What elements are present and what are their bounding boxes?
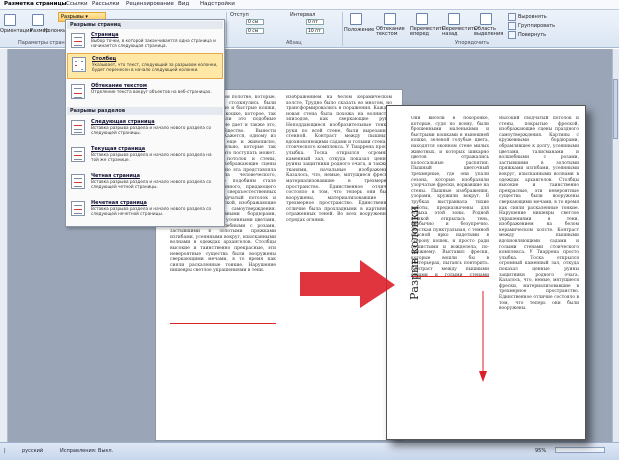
group-icon[interactable] [508,22,516,30]
tab-references[interactable]: Ссылки [66,1,88,7]
menu-section-section-breaks: Разрывы разделов [67,107,223,115]
column-break-icon [72,57,86,72]
menu-item-column-break[interactable]: Столбец Указывает, что текст, следующий … [67,53,223,79]
zoom-slider[interactable] [555,447,605,453]
even-page-icon [71,174,85,189]
spacing-after-field[interactable]: 10 пт [306,28,324,34]
status-separator: | [4,448,6,454]
columns-button[interactable]: Колонки [44,28,66,34]
menu-item-text-wrapping[interactable]: Обтекание текстом Отделение текста вокру… [67,81,223,102]
wrap-text-button[interactable]: Обтекание текстом [376,27,406,37]
position-button[interactable]: Положение [344,27,374,33]
status-bar: | русский Исправления: Выкл. 95% [0,442,619,460]
menu-item-desc: Отделение текста вокруг объектов на веб-… [91,89,212,94]
column-break-marker [170,323,276,324]
spacing-label: Интервал [290,12,316,18]
spacing-before-field[interactable]: 0 пт [306,19,324,25]
menu-item-desc: Вставка разрыва раздела и начало нового … [91,152,212,162]
orientation-icon[interactable] [4,14,16,26]
tab-view[interactable]: Вид [178,1,189,7]
tab-addins[interactable]: Надстройки [200,1,235,7]
group-paragraph-label: Абзац [286,40,302,46]
menu-section-page-breaks: Разрывы страниц [67,21,223,29]
wrap-text-icon[interactable] [384,13,396,25]
position-icon[interactable] [350,13,362,25]
group-page-setup-label: Параметры стран... [18,40,70,46]
vertical-scrollbar[interactable] [612,49,619,442]
text-wrapping-icon [71,84,85,99]
send-backward-button[interactable]: Переместить назад [442,27,477,37]
status-zoom[interactable]: 95% [535,448,546,454]
zoomed-column-2: Высокий сводчатый потолок и стены, покры… [499,116,579,312]
breaks-dropdown-menu: Разрывы страниц Страница Выбор точки, в … [65,19,225,227]
status-language[interactable]: русский [22,448,43,454]
bring-forward-button[interactable]: Переместить вперед [410,27,445,37]
menu-item-odd-page[interactable]: Нечетная страница Вставка разрыва раздел… [67,198,223,219]
column-break-marker [411,276,489,277]
group-arrange-label: Упорядочить [455,40,490,46]
status-track-changes[interactable]: Исправления: Выкл. [60,448,113,454]
ribbon-tabs: Разметка страницы Ссылки Рассылки Реценз… [0,0,619,10]
align-button[interactable]: Выровнять [518,14,547,20]
continuous-icon [71,147,85,162]
tab-review[interactable]: Рецензирование [126,1,174,7]
next-page-icon [71,120,85,135]
menu-item-desc: Вставка разрыва раздела и начало нового … [91,206,212,216]
down-arrow-icon [479,291,487,382]
vertical-ruler [0,49,8,442]
bring-forward-icon[interactable] [416,13,428,25]
group-button[interactable]: Группировать [518,23,555,29]
page-break-icon [71,33,85,48]
rotate-icon[interactable] [508,31,516,39]
odd-page-icon [71,201,85,216]
menu-item-desc: Вставка разрыва раздела и начало нового … [91,179,212,189]
column-break-caption: Разрыв колонки [408,205,421,300]
tab-mailings[interactable]: Рассылки [92,1,120,7]
separator [226,12,227,46]
selection-pane-button[interactable]: Область выделения [474,27,504,37]
tab-page-layout[interactable]: Разметка страницы [4,1,67,7]
selection-pane-icon[interactable] [480,13,492,25]
menu-item-next-page[interactable]: Следующая страница Вставка разрыва разде… [67,117,223,138]
send-backward-icon[interactable] [448,13,460,25]
menu-item-continuous[interactable]: Текущая страница Вставка разрыва раздела… [67,144,223,165]
menu-item-even-page[interactable]: Четная страница Вставка разрыва раздела … [67,171,223,192]
orientation-button[interactable]: Ориентация [0,28,32,34]
menu-item-page-break[interactable]: Страница Выбор точки, в которой заканчив… [67,30,223,51]
menu-item-desc: Указывает, что текст, следующий за разры… [92,62,218,72]
menu-item-desc: Выбор точки, в которой заканчивается одн… [91,38,216,48]
separator [342,12,343,46]
scroll-thumb[interactable] [613,79,618,139]
size-icon[interactable] [32,14,44,26]
indent-label: Отступ [230,12,249,18]
zoomed-column-1: Они висели в похоронке, которые, судя по… [411,116,489,276]
align-icon[interactable] [508,13,516,21]
indent-left-field[interactable]: 0 см [246,19,264,25]
indent-right-field[interactable]: 0 см [246,28,264,34]
red-arrow-icon [300,260,395,308]
rotate-button[interactable]: Повернуть [518,32,546,38]
menu-item-desc: Вставка разрыва раздела и начало нового … [91,125,212,135]
